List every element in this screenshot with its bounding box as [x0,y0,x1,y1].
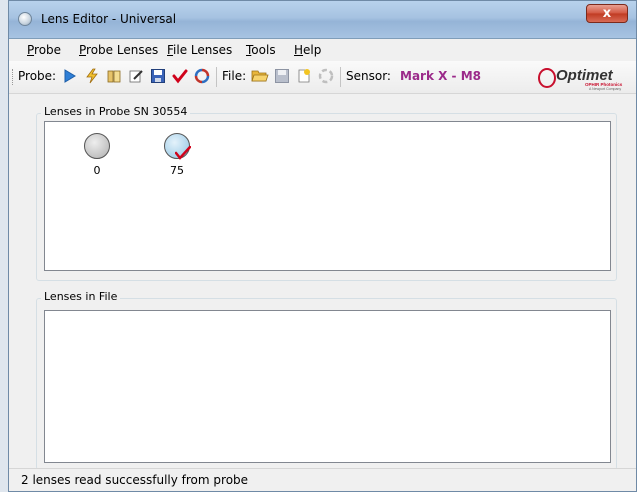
close-icon: x [602,6,612,21]
lightning-icon[interactable] [83,67,101,85]
new-file-icon[interactable] [295,67,313,85]
lens-number: 75 [170,164,184,177]
toolbar-grip[interactable] [12,69,15,85]
lens-item[interactable]: 75 [157,133,197,177]
menu-bar: Probe Probe Lenses File Lenses Tools Hel… [9,39,636,61]
file-label: File: [222,69,247,83]
logo-sub-newport: A Newport Company [589,87,621,91]
toolbar-separator [216,67,217,87]
swirl-icon[interactable] [193,67,211,85]
menu-probe[interactable]: Probe [27,43,61,57]
edit-icon[interactable] [127,67,145,85]
window-title: Lens Editor - Universal [41,12,177,26]
lens-item[interactable]: 0 [77,133,117,177]
probe-lenses-list[interactable]: 0 75 [44,121,611,271]
swirl-disabled-icon[interactable] [317,67,335,85]
file-lenses-list[interactable] [44,310,611,463]
title-bar[interactable]: Lens Editor - Universal x [9,1,636,39]
status-bar: 2 lenses read successfully from probe [9,468,636,491]
checkmark-icon[interactable] [171,67,189,85]
menu-tools[interactable]: Tools [246,43,276,57]
book-icon[interactable] [105,67,123,85]
save-icon[interactable] [149,67,167,85]
play-icon[interactable] [61,67,79,85]
lens-editor-window: Lens Editor - Universal x Probe Probe Le… [8,0,637,492]
lens-icon [84,133,110,159]
toolbar-separator [340,67,341,87]
save-disabled-icon[interactable] [273,67,291,85]
menu-file-lenses[interactable]: File Lenses [167,43,232,57]
probe-label: Probe: [18,69,57,83]
check-icon [175,146,191,160]
file-lenses-group-label: Lenses in File [41,290,121,303]
lens-number: 0 [93,164,101,177]
sensor-label: Sensor: [346,69,391,83]
lens-icon [164,133,191,160]
folder-open-icon[interactable] [251,67,269,85]
close-button[interactable]: x [586,4,628,23]
menu-help[interactable]: Help [294,43,321,57]
menu-probe-lenses[interactable]: Probe Lenses [79,43,158,57]
toolbar: Probe: File: Sensor: Mark X - M8 Optimet… [9,61,636,94]
sensor-value: Mark X - M8 [400,69,481,83]
optimet-logo: Optimet OPHIR Photonics A Newport Compan… [537,65,629,91]
status-text: 2 lenses read successfully from probe [21,473,249,487]
app-lens-icon [18,12,32,26]
probe-lenses-group-label: Lenses in Probe SN 30554 [41,105,191,118]
